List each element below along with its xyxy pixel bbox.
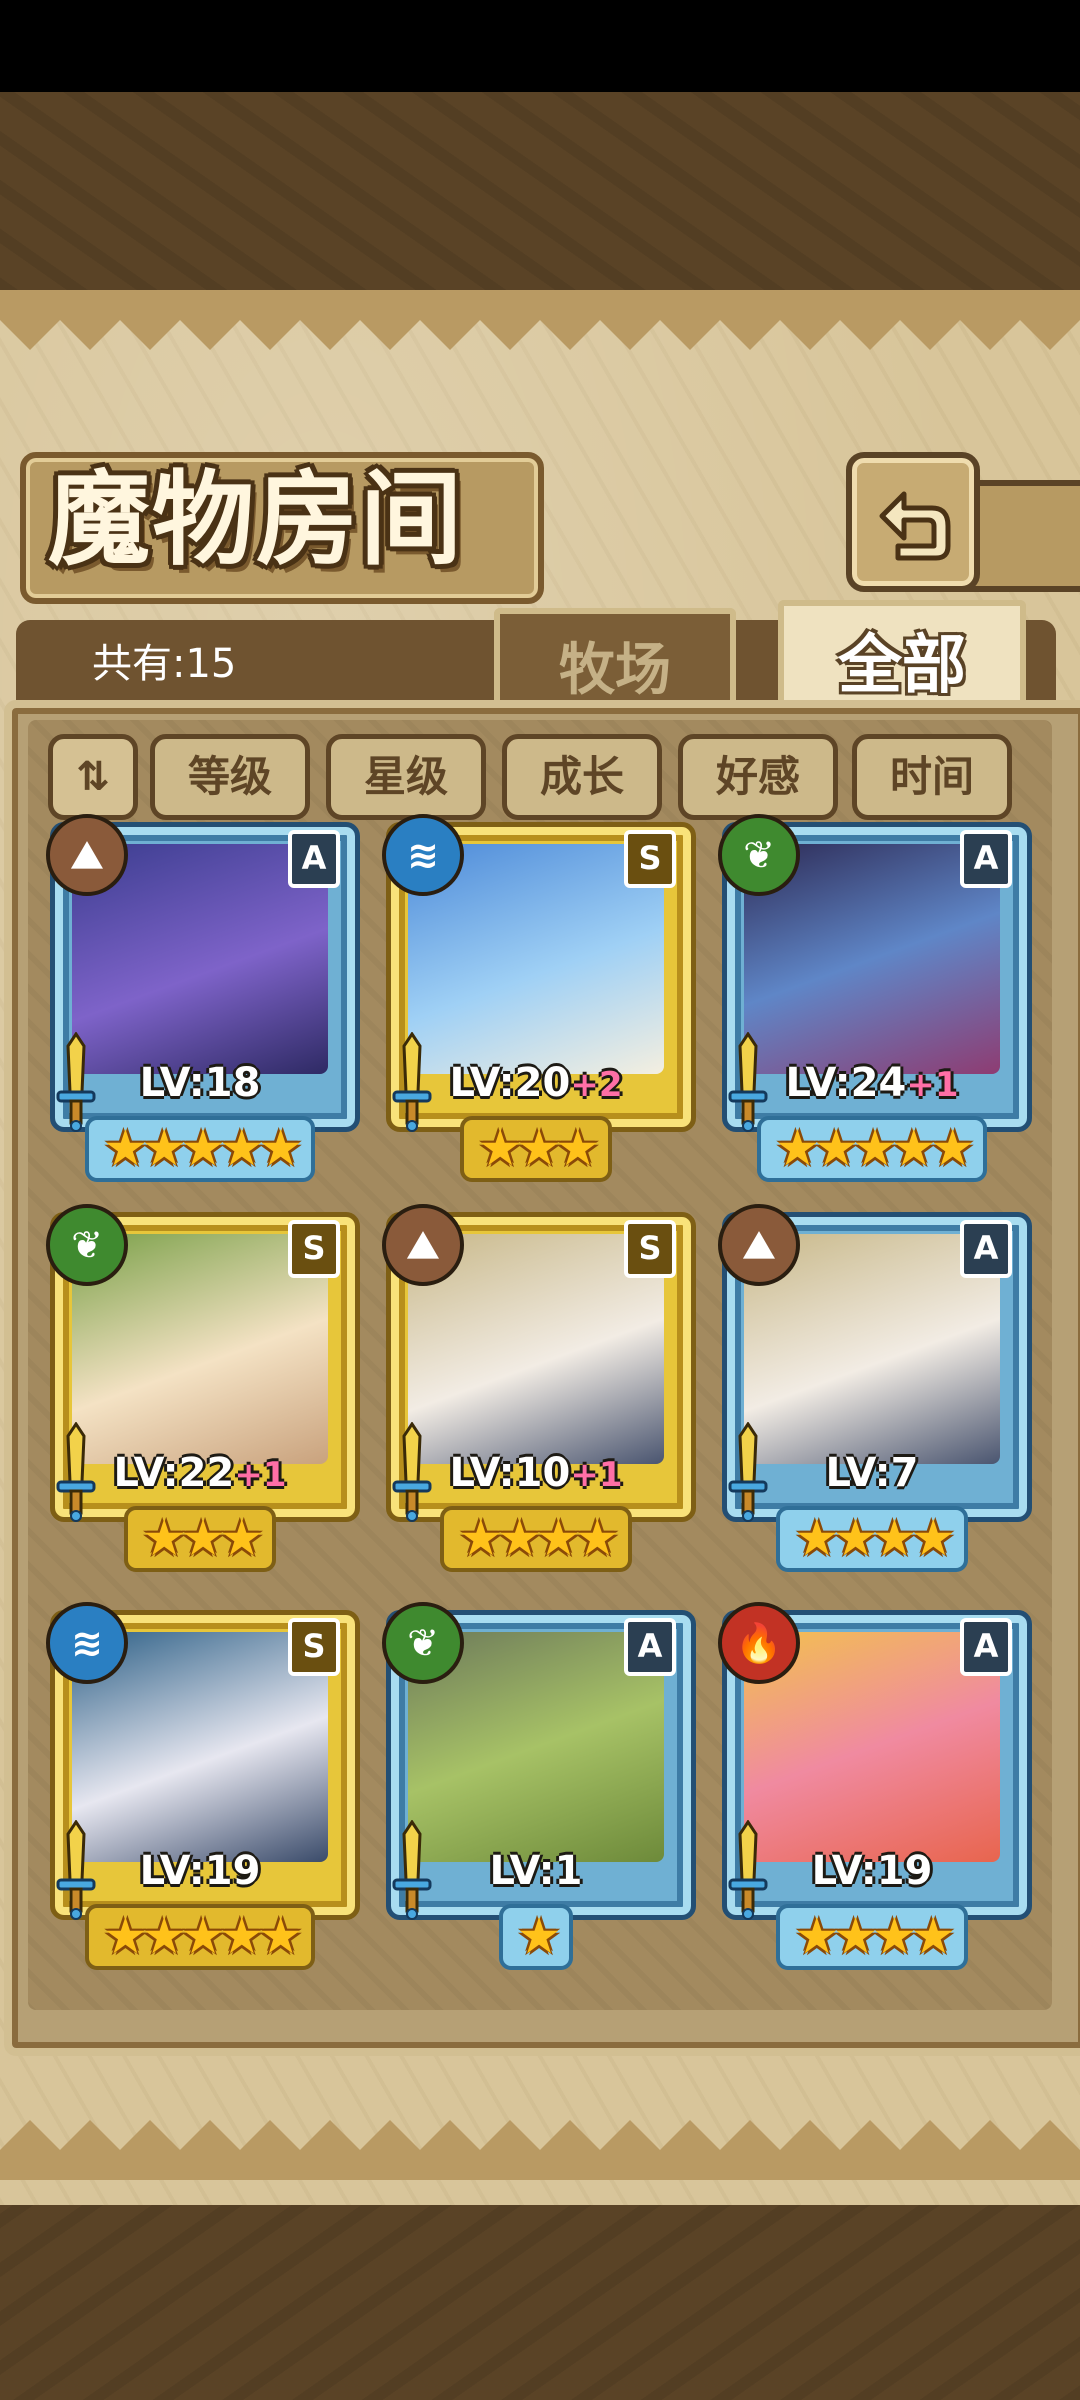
filter-time-button[interactable]: 时间 <box>852 734 1012 820</box>
star-rating-plate: ★★★★ <box>776 1904 968 1970</box>
water-element-icon: ≋ <box>382 814 464 896</box>
return-arrow-icon <box>879 491 951 561</box>
monster-card[interactable]: ❦ S LV:22+1 ★★★ <box>46 1204 360 1572</box>
grade-badge: A <box>960 1618 1012 1676</box>
level-label: LV:7 <box>722 1450 1022 1496</box>
wood-element-icon: ❦ <box>382 1602 464 1684</box>
level-value: LV:20 <box>449 1060 571 1106</box>
star-rating-plate: ★★★★★ <box>84 1904 316 1970</box>
monster-card[interactable]: 🔥 A LV:19 ★★★★ <box>718 1602 1032 1970</box>
monster-card[interactable]: ≋ S LV:20+2 ★★★ <box>382 814 696 1182</box>
star-icons: ★★★★ <box>458 1509 619 1567</box>
level-bonus: +2 <box>570 1065 623 1105</box>
filter-growth-button[interactable]: 成长 <box>502 734 662 820</box>
grade-badge: S <box>288 1220 340 1278</box>
earth-element-icon: ⛰ <box>382 1204 464 1286</box>
level-bonus: +1 <box>570 1455 623 1495</box>
monster-card[interactable]: ⛰ S LV:10+1 ★★★★ <box>382 1204 696 1572</box>
status-bar <box>0 0 1080 92</box>
zigzag-border-top <box>0 290 1080 350</box>
level-value: LV:24 <box>785 1060 907 1106</box>
monster-card[interactable]: ❦ A LV:1 ★ <box>382 1602 696 1970</box>
water-element-icon: ≋ <box>46 1602 128 1684</box>
star-icons: ★★★★ <box>794 1907 955 1965</box>
grade-badge: A <box>960 830 1012 888</box>
star-rating: ★★★★ <box>386 1506 686 1572</box>
wood-element-icon: ❦ <box>718 814 800 896</box>
star-rating-plate: ★ <box>498 1904 574 1970</box>
monster-card[interactable]: ⛰ A LV:18 ★★★★★ <box>46 814 360 1182</box>
level-value: LV:10 <box>449 1450 571 1496</box>
grade-badge: A <box>960 1220 1012 1278</box>
level-value: LV:22 <box>113 1450 235 1496</box>
back-button[interactable] <box>846 452 980 592</box>
star-rating: ★★★★★ <box>50 1904 350 1970</box>
level-label: LV:20+2 <box>386 1060 686 1106</box>
map-background-top <box>0 92 1080 292</box>
star-icons: ★★★ <box>477 1119 601 1177</box>
star-icons: ★★★★★ <box>774 1119 975 1177</box>
level-label: LV:1 <box>386 1848 686 1894</box>
star-rating-plate: ★★★ <box>459 1116 613 1182</box>
earth-element-icon: ⛰ <box>46 814 128 896</box>
star-icons: ★★★★★ <box>102 1119 303 1177</box>
level-label: LV:19 <box>722 1848 1022 1894</box>
monster-card[interactable]: ⛰ A LV:7 ★★★★ <box>718 1204 1032 1572</box>
star-rating: ★★★★ <box>722 1904 1022 1970</box>
grade-badge: S <box>624 1220 676 1278</box>
level-label: LV:10+1 <box>386 1450 686 1496</box>
filter-affection-button[interactable]: 好感 <box>678 734 838 820</box>
zigzag-border-bottom <box>0 2120 1080 2180</box>
level-label: LV:24+1 <box>722 1060 1022 1106</box>
earth-element-icon: ⛰ <box>718 1204 800 1286</box>
grade-badge: A <box>624 1618 676 1676</box>
monster-count: 共有:15 <box>92 641 237 687</box>
level-label: LV:22+1 <box>50 1450 350 1496</box>
monster-card[interactable]: ≋ S LV:19 ★★★★★ <box>46 1602 360 1970</box>
level-value: LV:19 <box>139 1848 261 1894</box>
level-value: LV:1 <box>489 1848 583 1894</box>
monster-card[interactable]: ❦ A LV:24+1 ★★★★★ <box>718 814 1032 1182</box>
sort-toggle-button[interactable]: ⇅ <box>48 734 138 820</box>
star-rating-plate: ★★★★★ <box>84 1116 316 1182</box>
level-label: LV:19 <box>50 1848 350 1894</box>
star-icons: ★★★★★ <box>102 1907 303 1965</box>
grade-badge: S <box>288 1618 340 1676</box>
level-bonus: +1 <box>234 1455 287 1495</box>
star-icons: ★ <box>516 1907 562 1965</box>
map-background-bottom <box>0 2205 1080 2400</box>
page-title: 魔物房间 <box>48 460 464 580</box>
wood-element-icon: ❦ <box>46 1204 128 1286</box>
sort-toggle-icon: ⇅ <box>76 754 110 800</box>
star-rating: ★★★ <box>386 1116 686 1182</box>
star-rating-plate: ★★★★ <box>776 1506 968 1572</box>
star-rating: ★ <box>386 1904 686 1970</box>
level-value: LV:7 <box>825 1450 919 1496</box>
level-label: LV:18 <box>50 1060 350 1106</box>
star-icons: ★★★★ <box>794 1509 955 1567</box>
star-rating: ★★★★ <box>722 1506 1022 1572</box>
level-value: LV:18 <box>139 1060 261 1106</box>
level-bonus: +1 <box>906 1065 959 1105</box>
fire-element-icon: 🔥 <box>718 1602 800 1684</box>
star-rating: ★★★★★ <box>722 1116 1022 1182</box>
grade-badge: S <box>624 830 676 888</box>
filter-level-button[interactable]: 等级 <box>150 734 310 820</box>
star-rating: ★★★★★ <box>50 1116 350 1182</box>
star-icons: ★★★ <box>141 1509 265 1567</box>
star-rating: ★★★ <box>50 1506 350 1572</box>
filter-stars-button[interactable]: 星级 <box>326 734 486 820</box>
star-rating-plate: ★★★★ <box>440 1506 632 1572</box>
grade-badge: A <box>288 830 340 888</box>
star-rating-plate: ★★★ <box>123 1506 277 1572</box>
level-value: LV:19 <box>811 1848 933 1894</box>
star-rating-plate: ★★★★★ <box>756 1116 988 1182</box>
